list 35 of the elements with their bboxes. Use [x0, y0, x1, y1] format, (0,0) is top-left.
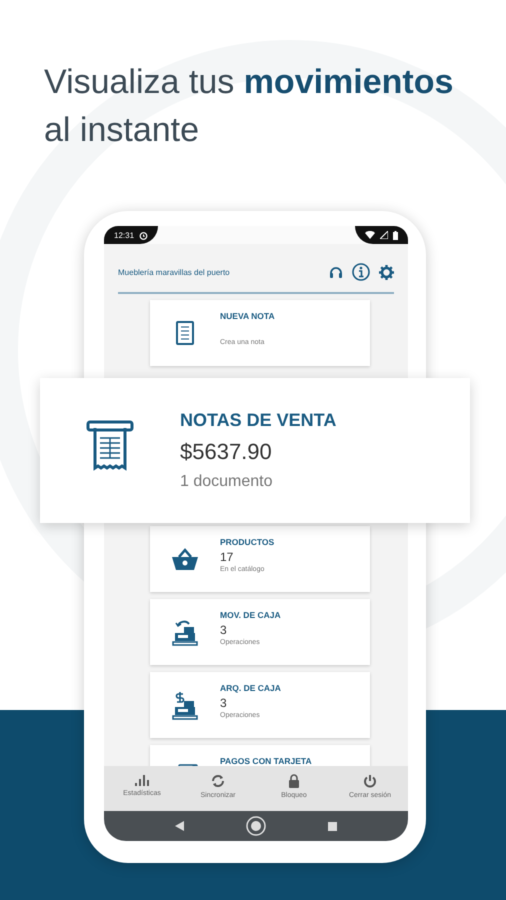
card-value: 3 — [220, 623, 228, 637]
card-subtitle: 1 documento — [180, 473, 274, 491]
cash-register-icon — [172, 618, 198, 646]
card-title: NOTAS DE VENTA — [180, 410, 336, 431]
cash-register-icon — [172, 690, 198, 720]
card-value: 17 — [220, 550, 234, 564]
battery-icon — [393, 230, 398, 240]
card-title: PAGOS CON TARJETA — [220, 756, 312, 766]
card-value: 3 — [220, 696, 228, 710]
notebook-icon — [175, 321, 195, 345]
bar-chart-icon — [134, 774, 150, 786]
lock-icon — [288, 774, 300, 788]
recents-icon[interactable] — [328, 822, 337, 830]
headline: Visualiza tus movimientos al instante — [44, 62, 454, 151]
menu-card[interactable]: PAGOS CON TARJETA — [150, 745, 370, 766]
card-value: $5637.90 — [180, 439, 273, 465]
wifi-icon — [365, 231, 375, 239]
featured-card[interactable]: NOTAS DE VENTA $5637.90 1 documento — [40, 378, 470, 523]
basket-icon — [171, 547, 199, 571]
back-icon[interactable] — [175, 821, 184, 831]
card-title: ARQ. DE CAJA — [220, 683, 281, 693]
app-title: Mueblería maravillas del puerto — [118, 268, 230, 276]
sync-icon — [211, 774, 225, 788]
info-icon[interactable] — [352, 263, 370, 281]
receipt-icon — [86, 420, 134, 472]
power-icon — [363, 774, 377, 788]
status-time: 12:31 — [114, 230, 134, 240]
card-title: NUEVA NOTA — [220, 311, 275, 321]
card-title: PRODUCTOS — [220, 537, 274, 547]
settings-icon[interactable] — [379, 264, 394, 280]
headset-icon[interactable] — [329, 266, 343, 278]
alarm-icon — [139, 230, 148, 240]
home-icon[interactable] — [246, 816, 266, 836]
card-title: MOV. DE CAJA — [220, 610, 281, 620]
signal-icon — [380, 231, 388, 239]
